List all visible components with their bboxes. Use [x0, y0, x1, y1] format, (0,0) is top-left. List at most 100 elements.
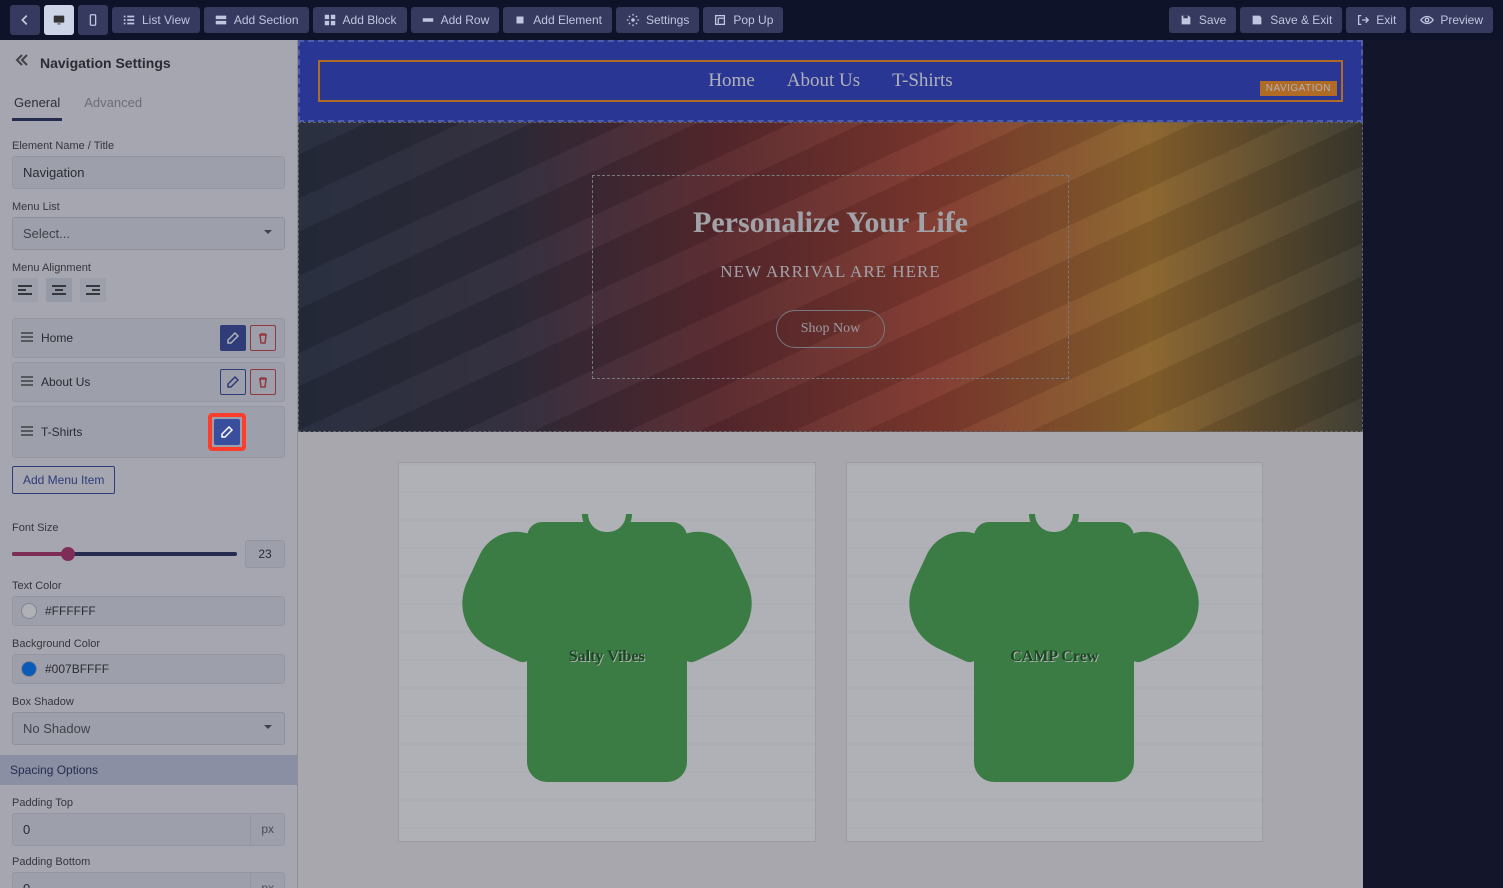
add-block-button[interactable]: Add Block: [313, 7, 407, 33]
menu-item-label: T-Shirts: [41, 425, 208, 439]
element-name-label: Element Name / Title: [12, 140, 285, 152]
navigation-element[interactable]: Home About Us T-Shirts NAVIGATION: [318, 60, 1343, 102]
popup-icon: [713, 13, 727, 27]
color-swatch: [21, 661, 37, 677]
desktop-icon: [52, 13, 66, 27]
color-swatch: [21, 603, 37, 619]
align-center[interactable]: [46, 278, 72, 302]
font-size-value[interactable]: 23: [245, 540, 285, 568]
padding-bottom-input[interactable]: px: [12, 872, 285, 888]
shop-now-button[interactable]: Shop Now: [776, 310, 886, 348]
label: Save: [1199, 13, 1226, 27]
drag-icon[interactable]: [21, 423, 33, 441]
spacing-options-header: Spacing Options: [0, 755, 297, 785]
exit-button[interactable]: Exit: [1346, 7, 1406, 33]
list-view-button[interactable]: List View: [112, 7, 200, 33]
label: Settings: [646, 13, 689, 27]
back-button[interactable]: [10, 5, 40, 35]
font-size-slider[interactable]: [12, 552, 237, 556]
delete-menu-item[interactable]: [250, 369, 276, 395]
add-element-button[interactable]: Add Element: [503, 7, 612, 33]
nav-link[interactable]: T-Shirts: [876, 70, 969, 92]
viewport-mobile[interactable]: [78, 5, 108, 35]
padding-top-input[interactable]: px: [12, 813, 285, 846]
shirt-design: Salty Vibes: [557, 612, 657, 702]
settings-tabs: General Advanced: [0, 85, 297, 122]
padding-bottom-label: Padding Bottom: [12, 856, 285, 868]
edit-menu-item[interactable]: [220, 325, 246, 351]
drag-icon[interactable]: [21, 373, 33, 391]
menu-item-row[interactable]: T-Shirts: [12, 406, 285, 458]
chevron-down-icon: [262, 721, 274, 736]
padding-top-label: Padding Top: [12, 797, 285, 809]
preview-button[interactable]: Preview: [1410, 7, 1493, 33]
font-size-label: Font Size: [12, 522, 285, 534]
eye-icon: [1420, 13, 1434, 27]
hero-inner[interactable]: Personalize Your Life NEW ARRIVAL ARE HE…: [592, 175, 1069, 379]
menu-item-row[interactable]: About Us: [12, 362, 285, 402]
label: Add Row: [441, 13, 490, 27]
align-left[interactable]: [12, 278, 38, 302]
block-icon: [323, 13, 337, 27]
menu-item-label: Home: [41, 331, 220, 345]
tab-general[interactable]: General: [12, 85, 62, 121]
canvas[interactable]: Home About Us T-Shirts NAVIGATION Person…: [298, 40, 1363, 888]
product-card[interactable]: CAMP Crew: [846, 462, 1264, 842]
box-shadow-select[interactable]: No Shadow: [12, 712, 285, 745]
list-icon: [122, 13, 136, 27]
menu-list-select[interactable]: Select...: [12, 217, 285, 250]
text-color-input[interactable]: #FFFFFF: [12, 596, 285, 626]
products-section[interactable]: Salty Vibes CAMP Crew: [298, 432, 1363, 872]
hero-title: Personalize Your Life: [693, 206, 968, 240]
color-value: #007BFFFF: [45, 662, 109, 676]
delete-menu-item[interactable]: [250, 325, 276, 351]
label: Add Element: [533, 13, 602, 27]
nav-link[interactable]: About Us: [771, 70, 876, 92]
nav-link[interactable]: Home: [692, 70, 770, 92]
save-exit-icon: [1250, 13, 1264, 27]
label: Preview: [1440, 13, 1483, 27]
mobile-icon: [86, 13, 100, 27]
highlighted-edit-button: [208, 413, 246, 451]
bg-color-label: Background Color: [12, 638, 285, 650]
color-value: #FFFFFF: [45, 604, 96, 618]
edit-menu-item[interactable]: [214, 419, 240, 445]
collapse-sidebar[interactable]: [14, 52, 30, 73]
label: List View: [142, 13, 190, 27]
product-card[interactable]: Salty Vibes: [398, 462, 816, 842]
bg-color-input[interactable]: #007BFFFF: [12, 654, 285, 684]
drag-icon[interactable]: [21, 329, 33, 347]
element-icon: [513, 13, 527, 27]
add-section-button[interactable]: Add Section: [204, 7, 309, 33]
menu-item-label: About Us: [41, 375, 220, 389]
edit-menu-item[interactable]: [220, 369, 246, 395]
element-type-badge: NAVIGATION: [1260, 81, 1337, 96]
nav-section[interactable]: Home About Us T-Shirts NAVIGATION: [298, 40, 1363, 122]
top-toolbar: List View Add Section Add Block Add Row …: [0, 0, 1503, 40]
label: Add Section: [234, 13, 299, 27]
settings-button[interactable]: Settings: [616, 7, 699, 33]
popup-button[interactable]: Pop Up: [703, 7, 783, 33]
menu-item-row[interactable]: Home: [12, 318, 285, 358]
viewport-desktop[interactable]: [44, 5, 74, 35]
gear-icon: [626, 13, 640, 27]
align-right[interactable]: [80, 278, 106, 302]
add-menu-item-button[interactable]: Add Menu Item: [12, 466, 115, 494]
element-name-input[interactable]: [12, 156, 285, 189]
tshirt-image: CAMP Crew: [884, 482, 1224, 822]
save-button[interactable]: Save: [1169, 7, 1236, 33]
select-value: No Shadow: [23, 721, 90, 736]
tshirt-image: Salty Vibes: [437, 482, 777, 822]
select-value: Select...: [23, 226, 70, 241]
box-shadow-label: Box Shadow: [12, 696, 285, 708]
hero-section[interactable]: Personalize Your Life NEW ARRIVAL ARE HE…: [298, 122, 1363, 432]
row-icon: [421, 13, 435, 27]
chevron-down-icon: [262, 226, 274, 241]
add-row-button[interactable]: Add Row: [411, 7, 500, 33]
save-exit-button[interactable]: Save & Exit: [1240, 7, 1342, 33]
menu-list-label: Menu List: [12, 201, 285, 213]
tab-advanced[interactable]: Advanced: [82, 85, 144, 121]
save-icon: [1179, 13, 1193, 27]
menu-alignment-label: Menu Alignment: [12, 262, 285, 274]
label: Pop Up: [733, 13, 773, 27]
